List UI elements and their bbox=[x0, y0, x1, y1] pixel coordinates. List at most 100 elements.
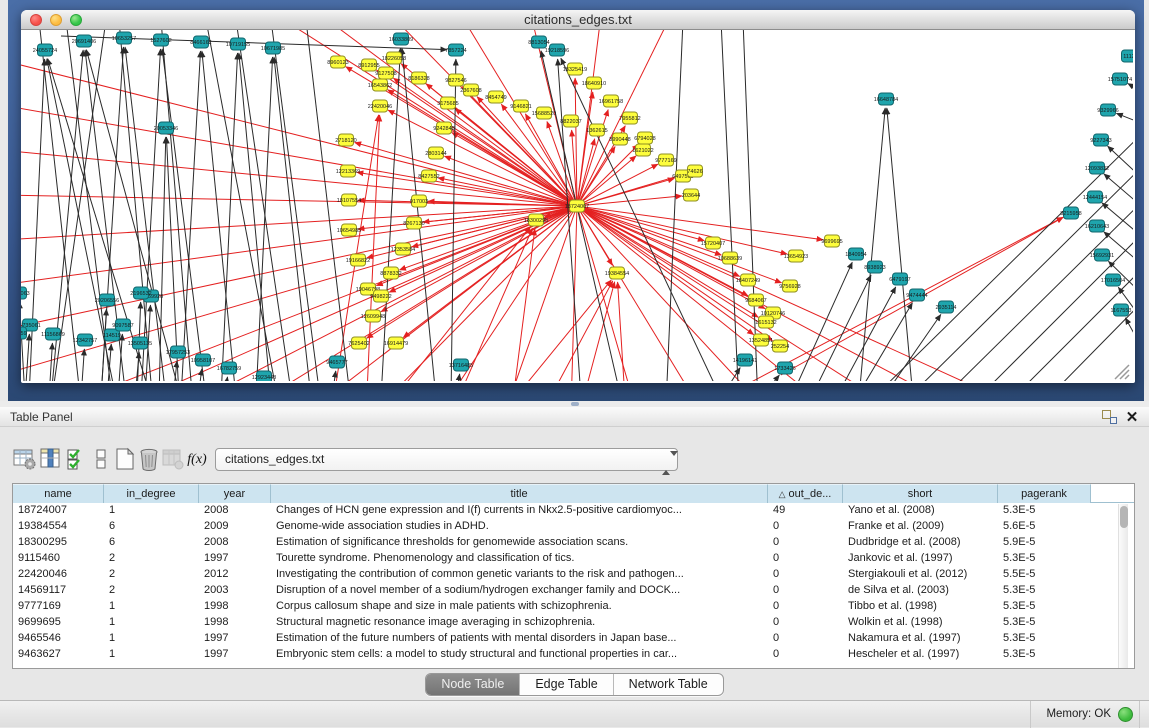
network-canvas[interactable]: 1872400718226058891295589601239127508818… bbox=[21, 30, 1133, 381]
graph-node[interactable]: 1167553 bbox=[1110, 304, 1131, 316]
graph-node[interactable]: 2803144 bbox=[425, 147, 446, 159]
table-cell[interactable]: 1 bbox=[104, 631, 199, 647]
table-cell[interactable]: Genome-wide association studies in ADHD. bbox=[271, 519, 768, 535]
clear-selection-button[interactable] bbox=[88, 444, 114, 474]
graph-node[interactable]: 74626 bbox=[687, 165, 702, 177]
graph-node[interactable]: 18325419 bbox=[563, 63, 587, 75]
table-cell[interactable]: 18724007 bbox=[13, 503, 104, 519]
graph-node[interactable]: 7955812 bbox=[619, 112, 640, 124]
table-cell[interactable]: 1998 bbox=[199, 615, 271, 631]
graph-node[interactable]: 8822037 bbox=[560, 115, 581, 127]
graph-node[interactable]: 8990448 bbox=[609, 133, 630, 145]
graph-node[interactable]: 9684067 bbox=[745, 294, 766, 306]
table-cell[interactable]: 0 bbox=[768, 647, 843, 663]
graph-node[interactable]: 2367608 bbox=[460, 84, 481, 96]
graph-node[interactable]: 1615132 bbox=[755, 316, 776, 328]
table-cell[interactable]: 2009 bbox=[199, 519, 271, 535]
graph-node[interactable]: 8960123 bbox=[327, 56, 348, 68]
table-cell[interactable]: 5.9E-5 bbox=[998, 535, 1091, 551]
graph-node[interactable]: 16961758 bbox=[599, 95, 623, 107]
table-cell[interactable]: 2 bbox=[104, 583, 199, 599]
graph-node[interactable]: 8267130 bbox=[403, 217, 424, 229]
tab-network-table[interactable]: Network Table bbox=[614, 674, 723, 695]
graph-node[interactable]: 15751074 bbox=[1108, 73, 1132, 85]
graph-node[interactable]: 39159 bbox=[21, 327, 27, 339]
column-header-name[interactable]: name bbox=[13, 484, 104, 503]
new-column-button[interactable] bbox=[112, 444, 138, 474]
network-window[interactable]: citations_edges.txt 18724007182260588912… bbox=[21, 10, 1135, 383]
table-row[interactable]: 1456911722003Disruption of a novel membe… bbox=[13, 583, 1134, 599]
network-table-selector[interactable]: citations_edges.txt bbox=[215, 448, 678, 471]
table-cell[interactable]: 1998 bbox=[199, 599, 271, 615]
graph-node[interactable]: 16210643 bbox=[1085, 220, 1109, 232]
table-cell[interactable]: Jankovic et al. (1997) bbox=[843, 551, 998, 567]
table-cell[interactable]: 9463627 bbox=[13, 647, 104, 663]
graph-node[interactable]: 18640910 bbox=[582, 77, 606, 89]
table-cell[interactable]: 5.3E-5 bbox=[998, 647, 1091, 663]
table-row[interactable]: 911546021997Tourette syndrome. Phenomeno… bbox=[13, 551, 1134, 567]
graph-node[interactable]: 9242848 bbox=[433, 122, 454, 134]
graph-node[interactable]: 8813054 bbox=[528, 36, 549, 48]
graph-node[interactable]: 8186328 bbox=[408, 72, 429, 84]
column-header-short[interactable]: short bbox=[843, 484, 998, 503]
graph-node[interactable]: 16543862 bbox=[368, 79, 392, 91]
table-cell[interactable]: 0 bbox=[768, 567, 843, 583]
graph-node[interactable]: 13654923 bbox=[784, 250, 808, 262]
graph-node[interactable]: 9777169 bbox=[655, 154, 676, 166]
graph-node[interactable]: 12342757 bbox=[73, 334, 97, 346]
table-mode-button[interactable] bbox=[12, 444, 38, 474]
table-cell[interactable]: Nakamura et al. (1997) bbox=[843, 631, 998, 647]
graph-node[interactable]: 1112 bbox=[1122, 50, 1134, 62]
table-cell[interactable]: 9115460 bbox=[13, 551, 104, 567]
table-row[interactable]: 1938455462009Genome-wide association stu… bbox=[13, 519, 1134, 535]
graph-node[interactable]: 10688639 bbox=[718, 252, 742, 264]
graph-node[interactable]: 2196532 bbox=[130, 287, 151, 299]
table-cell[interactable]: 9465546 bbox=[13, 631, 104, 647]
scrollbar-thumb[interactable] bbox=[1120, 506, 1128, 528]
column-header-out-de-[interactable]: △out_de... bbox=[768, 484, 843, 503]
table-row[interactable]: 977716911998Corpus callosum shape and si… bbox=[13, 599, 1134, 615]
splitter-handle-icon[interactable] bbox=[571, 402, 579, 406]
table-cell[interactable]: 2 bbox=[104, 551, 199, 567]
table-cell[interactable]: 6 bbox=[104, 535, 199, 551]
graph-node[interactable]: 8427552 bbox=[418, 170, 439, 182]
graph-node[interactable]: 9498222 bbox=[370, 290, 391, 302]
graph-node[interactable]: 1733426 bbox=[774, 362, 795, 374]
graph-node[interactable]: 10653257 bbox=[112, 32, 136, 44]
graph-node[interactable]: 8878332 bbox=[380, 267, 401, 279]
table-cell[interactable]: Hescheler et al. (1997) bbox=[843, 647, 998, 663]
graph-node[interactable]: 13524851 bbox=[749, 334, 773, 346]
table-cell[interactable]: Tibbo et al. (1998) bbox=[843, 599, 998, 615]
graph-node[interactable]: 8466162 bbox=[190, 36, 211, 48]
minimize-window-button[interactable] bbox=[50, 14, 62, 26]
graph-node[interactable]: 15692931 bbox=[1090, 249, 1114, 261]
table-cell[interactable]: Wolkin et al. (1998) bbox=[843, 615, 998, 631]
table-cell[interactable]: 14569117 bbox=[13, 583, 104, 599]
table-cell[interactable]: 22420046 bbox=[13, 567, 104, 583]
table-cell[interactable]: 1997 bbox=[199, 631, 271, 647]
zoom-window-button[interactable] bbox=[70, 14, 82, 26]
graph-node[interactable]: 17016504 bbox=[1101, 274, 1125, 286]
graph-node[interactable]: 9227343 bbox=[1090, 134, 1111, 146]
delete-column-button[interactable] bbox=[136, 444, 162, 474]
graph-node[interactable]: 6479197 bbox=[889, 273, 910, 285]
tab-edge-table[interactable]: Edge Table bbox=[520, 674, 613, 695]
table-cell[interactable]: 1997 bbox=[199, 647, 271, 663]
table-cell[interactable]: 0 bbox=[768, 599, 843, 615]
graph-node[interactable]: 18107554 bbox=[337, 194, 361, 206]
graph-node[interactable]: 2126063 bbox=[21, 287, 30, 299]
function-builder-button[interactable]: f(x) bbox=[184, 444, 210, 474]
table-cell[interactable]: 1997 bbox=[199, 551, 271, 567]
column-header-pagerank[interactable]: pagerank bbox=[998, 484, 1091, 503]
table-cell[interactable]: Embryonic stem cells: a model to study s… bbox=[271, 647, 768, 663]
graph-node[interactable]: 9699695 bbox=[821, 235, 842, 247]
table-cell[interactable]: 0 bbox=[768, 519, 843, 535]
table-cell[interactable]: Stergiakouli et al. (2012) bbox=[843, 567, 998, 583]
table-cell[interactable]: 1 bbox=[104, 615, 199, 631]
graph-node[interactable]: 2718120 bbox=[335, 134, 356, 146]
column-header-year[interactable]: year bbox=[199, 484, 271, 503]
graph-node[interactable]: 8938923 bbox=[864, 261, 885, 273]
graph-node[interactable]: 6794028 bbox=[634, 132, 655, 144]
table-row[interactable]: 946362711997Embryonic stem cells: a mode… bbox=[13, 647, 1134, 663]
table-cell[interactable]: Estimation of the future numbers of pati… bbox=[271, 631, 768, 647]
